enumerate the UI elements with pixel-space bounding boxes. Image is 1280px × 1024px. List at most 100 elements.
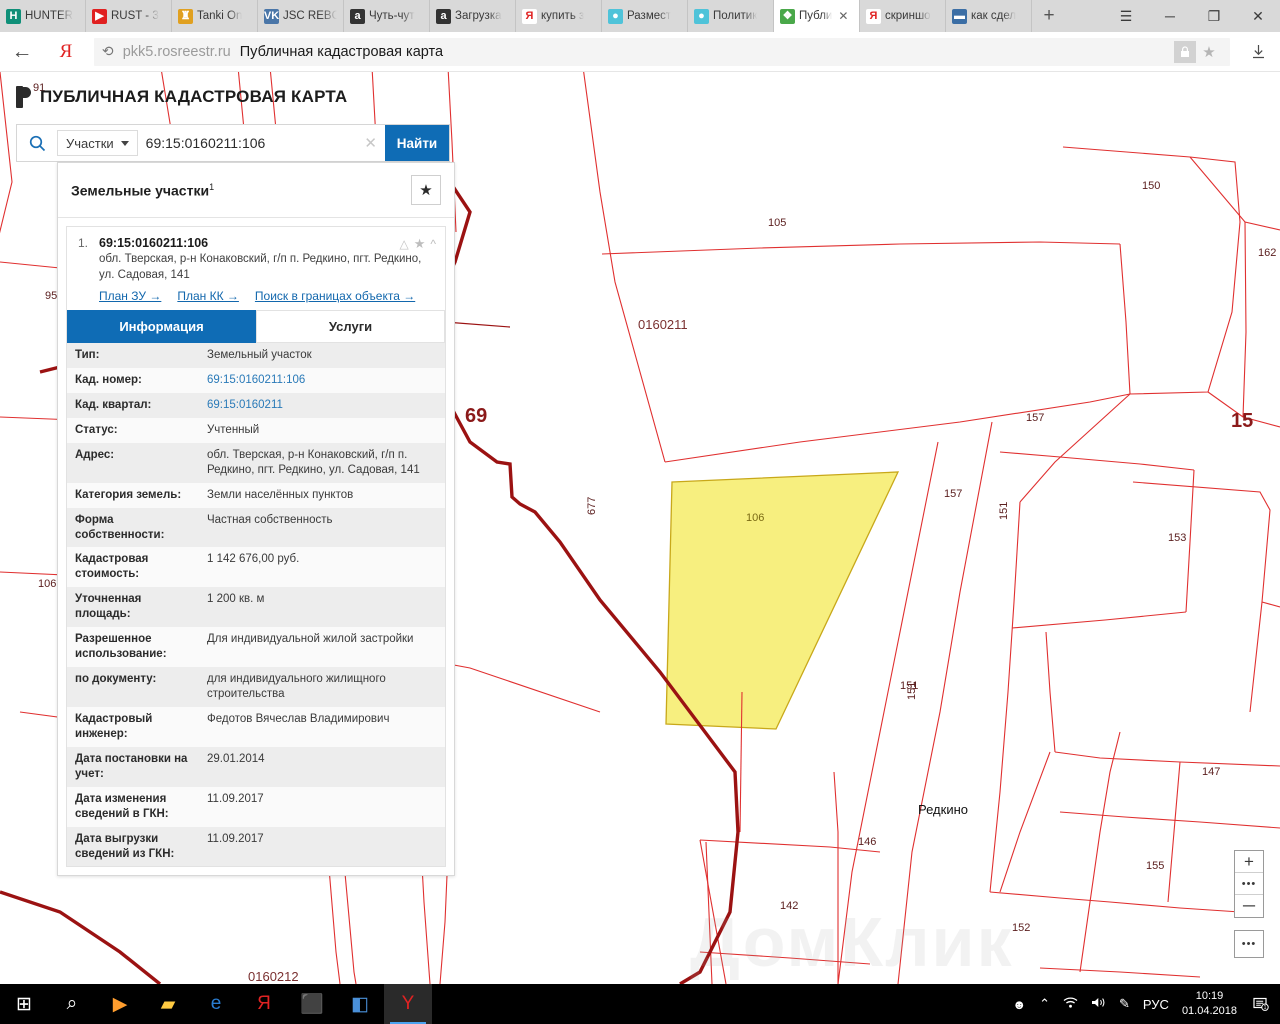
office-button[interactable]: ◧ [336, 984, 384, 1024]
notifications-icon[interactable]: 1 [1250, 993, 1272, 1015]
system-tray: ☻ ⌃ ✎ РУС 10:19 01.04.2018 1 [1012, 989, 1280, 1019]
info-value: Федотов Вячеслав Владимирович [207, 712, 390, 725]
address-bar[interactable]: ⟳ pkk5.rosreestr.ru Публичная кадастрова… [94, 37, 1230, 66]
map-parcel-label: 146 [858, 836, 877, 848]
map-parcel-label: 106 [746, 512, 765, 524]
yandex-browser-button[interactable]: Я [240, 984, 288, 1024]
search-type-select[interactable]: Участки [57, 130, 138, 156]
result-tabs: Информация Услуги [67, 310, 445, 344]
yandex-home-button[interactable]: Я [44, 32, 88, 72]
yandex-logo-icon: Я [59, 40, 73, 62]
clear-search-icon[interactable]: ✕ [356, 134, 385, 152]
browser-tab[interactable]: ♜ Tanki On [172, 0, 258, 32]
show-hidden-icons-chevron-icon[interactable]: ⌃ [1039, 996, 1050, 1012]
result-address: обл. Тверская, р-н Конаковский, г/п п. Р… [99, 253, 422, 281]
find-button[interactable]: Найти [385, 125, 449, 161]
volume-icon[interactable] [1091, 996, 1106, 1012]
map-parcel-label: 0160211 [638, 317, 688, 332]
tab-information[interactable]: Информация [67, 310, 256, 344]
start-button[interactable]: ⊞ [0, 984, 48, 1024]
yandex-icon: Y [401, 993, 415, 1014]
map-parcel-label: 162 [1258, 247, 1277, 259]
browser-tab[interactable]: ● Размест [602, 0, 688, 32]
map-layers-button[interactable]: ••• [1234, 930, 1264, 958]
pen-icon[interactable]: ✎ [1119, 996, 1130, 1012]
info-row: Дата выгрузки сведений из ГКН: 11.09.2017 [67, 826, 445, 867]
browser-tab[interactable]: ❖ Публи ✕ [774, 0, 860, 32]
tab-close-icon[interactable]: ✕ [838, 9, 848, 23]
restore-button[interactable]: ❐ [1192, 0, 1236, 32]
browser-tab[interactable]: a Чуть-чут [344, 0, 430, 32]
settlement-label: Редкино [918, 802, 968, 817]
tab-services[interactable]: Услуги [256, 310, 445, 344]
result-link[interactable]: Поиск в границах объекта → [255, 289, 415, 303]
zoom-slider-handle[interactable]: ••• [1235, 873, 1263, 895]
reload-icon[interactable]: ⟳ [102, 43, 114, 60]
map-parcel-label: 157 [1026, 412, 1045, 424]
search-icon[interactable] [17, 135, 57, 152]
map-zoom-control[interactable]: + ••• ─ [1234, 850, 1264, 918]
edge-button[interactable]: e [192, 984, 240, 1024]
result-link[interactable]: План ЗУ → [99, 289, 161, 303]
results-heading-text: Земельные участки [71, 182, 210, 199]
wifi-icon[interactable] [1063, 996, 1078, 1012]
people-icon[interactable]: ☻ [1012, 997, 1026, 1012]
minecraft-button[interactable]: ⬛ [288, 984, 336, 1024]
browser-menu-button[interactable]: ☰ [1104, 0, 1148, 32]
chevron-up-icon[interactable]: ^ [430, 237, 436, 251]
info-value[interactable]: 69:15:0160211 [199, 393, 445, 418]
info-value[interactable]: 69:15:0160211:106 [199, 368, 445, 393]
browser-tab[interactable]: Яскриншо [860, 0, 946, 32]
browser-tab[interactable]: a Загрузка [430, 0, 516, 32]
info-row: Статус: Учтенный [67, 417, 445, 443]
search-button[interactable]: ⌕ [48, 984, 96, 1024]
info-value: Учтенный [207, 423, 260, 436]
browser-tab[interactable]: VK JSC REBO [258, 0, 344, 32]
clock-date: 01.04.2018 [1181, 1005, 1237, 1017]
results-count: 1 [209, 181, 215, 192]
favorites-button[interactable]: ★ [411, 175, 441, 205]
new-tab-button[interactable]: + [1032, 0, 1066, 32]
clock[interactable]: 10:19 01.04.2018 [1182, 989, 1237, 1019]
yandex-button[interactable]: Y [384, 984, 432, 1024]
media-player-button[interactable]: ▶ [96, 984, 144, 1024]
browser-tab-label: HUNTER [25, 10, 73, 22]
info-row: по документу: для индивидуального жилищно… [67, 667, 445, 707]
map-parcel-label: 142 [780, 900, 799, 912]
file-explorer-button[interactable]: ▰ [144, 984, 192, 1024]
browser-tab-label: Размест [627, 10, 672, 22]
close-button[interactable]: ✕ [1236, 0, 1280, 32]
browser-tab[interactable]: Якупить з [516, 0, 602, 32]
browser-tab[interactable]: ▶ RUST - 3 [86, 0, 172, 32]
info-key: Дата выгрузки сведений из ГКН: [75, 832, 175, 860]
youtube-icon: ▶ [92, 8, 107, 24]
minimize-button[interactable]: ─ [1148, 0, 1192, 32]
back-button[interactable]: ← [0, 32, 44, 72]
browser-tab[interactable]: ▬ как сдел [946, 0, 1032, 32]
result-actions: △ ★ ^ [399, 236, 436, 252]
zoom-out-button[interactable]: ─ [1235, 895, 1263, 917]
info-row: Адрес: обл. Тверская, р-н Конаковский, г/… [67, 442, 445, 483]
map-pin-icon: ● [608, 8, 623, 24]
browser-tab-label: Загрузка [455, 10, 502, 22]
avito-icon: a [350, 8, 365, 24]
star-icon[interactable]: ★ [414, 236, 426, 252]
lock-icon[interactable] [1174, 40, 1196, 63]
pkk-icon: ❖ [780, 8, 795, 24]
zoom-in-button[interactable]: + [1235, 851, 1263, 873]
result-link[interactable]: План КК → [177, 289, 239, 303]
info-value: Для индивидуальной жилой застройки [207, 633, 414, 646]
info-key: Кад. номер: [75, 373, 142, 386]
map-parcel-label: 15 [1231, 410, 1254, 432]
language-indicator[interactable]: РУС [1143, 997, 1169, 1012]
downloads-icon[interactable] [1236, 43, 1280, 60]
info-value: 11.09.2017 [207, 792, 264, 805]
bookmark-star-icon[interactable]: ★ [1196, 43, 1222, 61]
warning-icon[interactable]: △ [399, 237, 408, 251]
browser-tab[interactable]: ● Политик [688, 0, 774, 32]
search-input[interactable] [145, 130, 357, 156]
info-table: Тип: Земельный участок Кад. номер: 69:15:01… [67, 343, 445, 867]
map-pin-icon: ● [694, 8, 709, 24]
browser-tab[interactable]: H HUNTER [0, 0, 86, 32]
search-bar[interactable]: Участки ✕ Найти [16, 124, 450, 162]
